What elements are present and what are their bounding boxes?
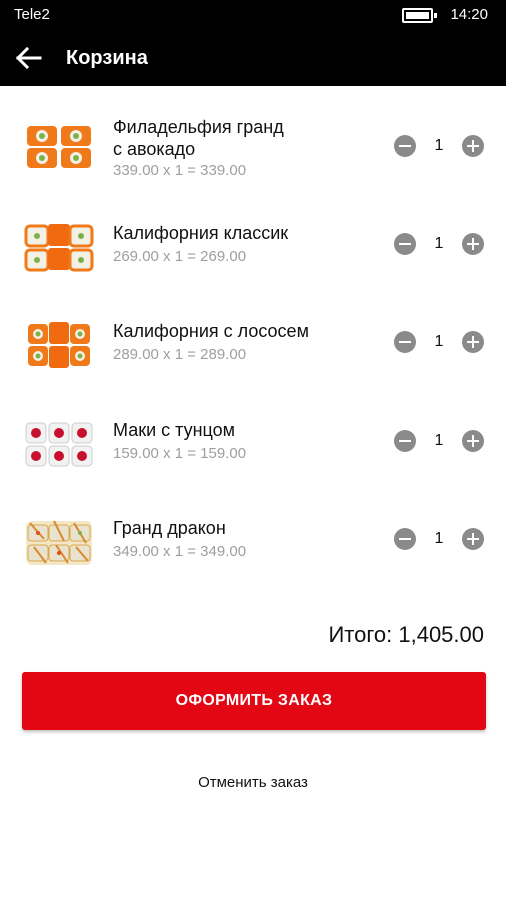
status-bar: Tele2 14:20 (0, 0, 506, 30)
clock: 14:20 (450, 6, 488, 23)
cart-item: Калифорния классик 269.00 x 1 = 269.00 1 (0, 222, 506, 320)
cart-item: Калифорния с лососем 289.00 x 1 = 289.00… (0, 320, 506, 418)
cart-item: Филадельфия гранд с авокадо 339.00 x 1 =… (0, 116, 506, 214)
item-quantity: 1 (434, 432, 444, 449)
item-price: 289.00 x 1 = 289.00 (113, 346, 247, 363)
quantity-stepper: 1 (394, 528, 490, 552)
item-price: 339.00 x 1 = 339.00 (113, 162, 247, 179)
quantity-stepper: 1 (394, 135, 490, 159)
item-name: Маки с тунцом (113, 420, 236, 440)
minus-icon[interactable] (394, 135, 416, 157)
carrier-name: Tele2 (14, 6, 50, 23)
minus-icon[interactable] (394, 331, 416, 353)
plus-icon[interactable] (462, 331, 484, 353)
cart-item: Гранд дракон 349.00 x 1 = 349.00 1 (0, 517, 506, 615)
item-price: 349.00 x 1 = 349.00 (113, 543, 247, 560)
sushi-roll-image (28, 322, 90, 368)
item-quantity: 1 (434, 137, 444, 154)
item-quantity: 1 (434, 333, 444, 350)
arrow-left-icon[interactable] (16, 46, 42, 70)
item-price: 269.00 x 1 = 269.00 (113, 248, 247, 265)
plus-icon[interactable] (462, 430, 484, 452)
item-name: Калифорния классик (113, 223, 289, 243)
quantity-stepper: 1 (394, 331, 490, 355)
minus-icon[interactable] (394, 430, 416, 452)
plus-icon[interactable] (462, 233, 484, 255)
sushi-roll-image (26, 520, 92, 565)
item-name: Филадельфия гранд с авокадо (113, 117, 284, 159)
app-bar: Корзина (0, 30, 506, 86)
sushi-roll-image (27, 126, 91, 168)
item-price: 159.00 x 1 = 159.00 (113, 445, 247, 462)
quantity-stepper: 1 (394, 430, 490, 454)
item-name: Калифорния с лососем (113, 321, 309, 341)
minus-icon[interactable] (394, 528, 416, 550)
battery-icon (402, 8, 437, 23)
plus-icon[interactable] (462, 135, 484, 157)
quantity-stepper: 1 (394, 233, 490, 257)
page-title: Корзина (66, 47, 148, 69)
item-quantity: 1 (434, 235, 444, 252)
sushi-roll-image (24, 224, 94, 272)
item-quantity: 1 (434, 530, 444, 547)
cart-item: Маки с тунцом 159.00 x 1 = 159.00 1 (0, 419, 506, 517)
item-name: Гранд дракон (113, 518, 226, 538)
minus-icon[interactable] (394, 233, 416, 255)
plus-icon[interactable] (462, 528, 484, 550)
cart-total: Итого: 1,405.00 (328, 622, 484, 647)
cancel-order-link[interactable]: Отменить заказ (0, 774, 506, 791)
place-order-button[interactable]: ОФОРМИТЬ ЗАКАЗ (22, 672, 486, 730)
sushi-roll-image (25, 422, 93, 467)
